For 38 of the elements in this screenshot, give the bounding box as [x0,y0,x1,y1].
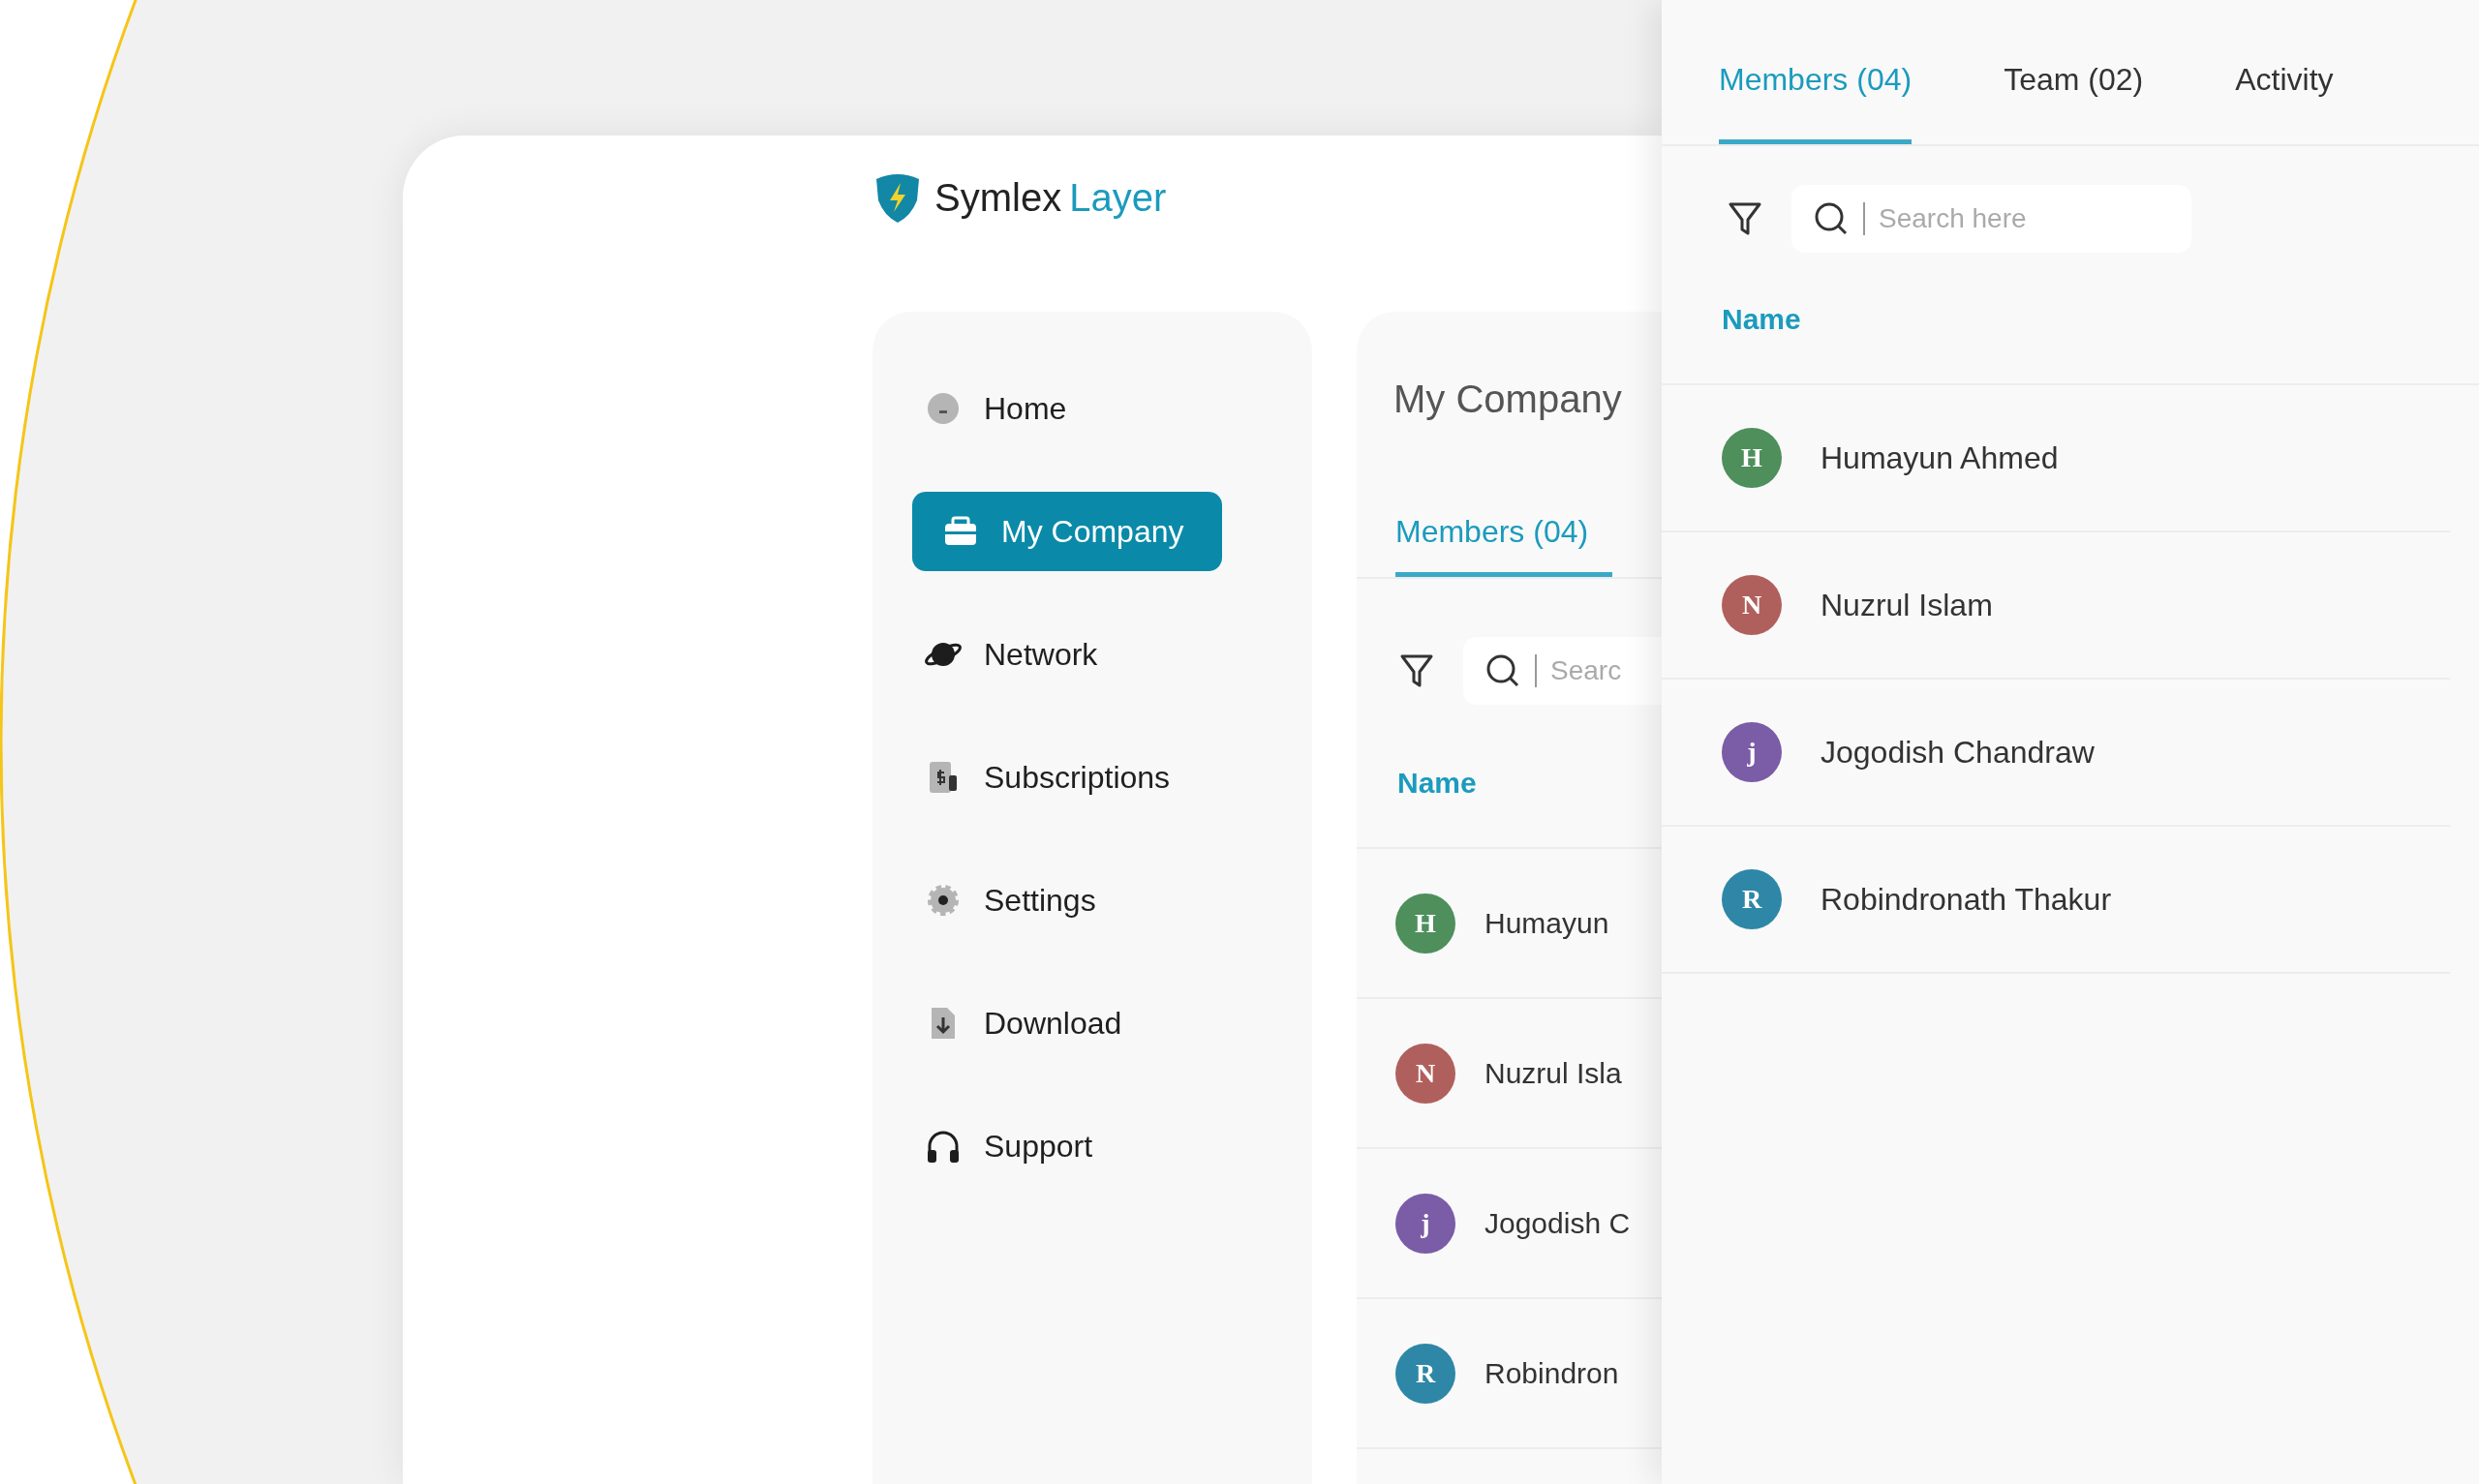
tab[interactable]: Team (02) [2004,56,2144,144]
column-header: Name [1721,302,1802,337]
search-field[interactable]: Searc [1463,637,1662,705]
tab[interactable]: Activity [2235,56,2334,144]
member-name: Humayun [1484,906,1609,941]
search-field[interactable]: Search here [1791,185,2191,253]
member-name: Robindron [1484,1356,1619,1391]
logo-accent-text: Layer [1069,178,1167,217]
search-input[interactable]: Search here [1879,198,2191,239]
search-icon [1813,200,1850,237]
filter-icon[interactable] [1399,652,1434,689]
panel-title: My Company [1393,377,1623,422]
avatar: j [1722,722,1782,782]
search-input[interactable]: Searc [1550,651,1662,691]
column-header: Name [1396,766,1478,801]
sidebar-item[interactable]: Support [912,1126,1222,1166]
member-name: Jogodish Chandraw [1820,734,2095,772]
avatar: j [1395,1193,1455,1254]
filter-icon[interactable] [1728,200,1762,237]
sidebar-item[interactable]: Download [912,1003,1222,1044]
avatar: N [1395,1043,1455,1104]
avatar: H [1395,893,1455,954]
logo-text: Symlex [934,178,1062,217]
member-name: Nuzrul Isla [1484,1056,1622,1091]
member-name: Humayun Ahmed [1820,439,2059,477]
member-name: Nuzrul Islam [1820,587,1993,624]
avatar: H [1722,428,1782,488]
avatar: R [1722,869,1782,929]
sidebar-item[interactable]: Subscriptions [912,757,1222,798]
search-icon [1484,652,1521,689]
member-name: Jogodish C [1484,1206,1631,1241]
sidebar-item[interactable]: Settings [912,880,1222,921]
sidebar-item[interactable]: Home [912,388,1222,429]
avatar: N [1722,575,1782,635]
sidebar-item[interactable]: Network [912,634,1222,675]
member-name: Robindronath Thakur [1820,881,2112,919]
avatar: R [1395,1343,1455,1404]
sidebar-item[interactable]: My Company [912,492,1222,571]
